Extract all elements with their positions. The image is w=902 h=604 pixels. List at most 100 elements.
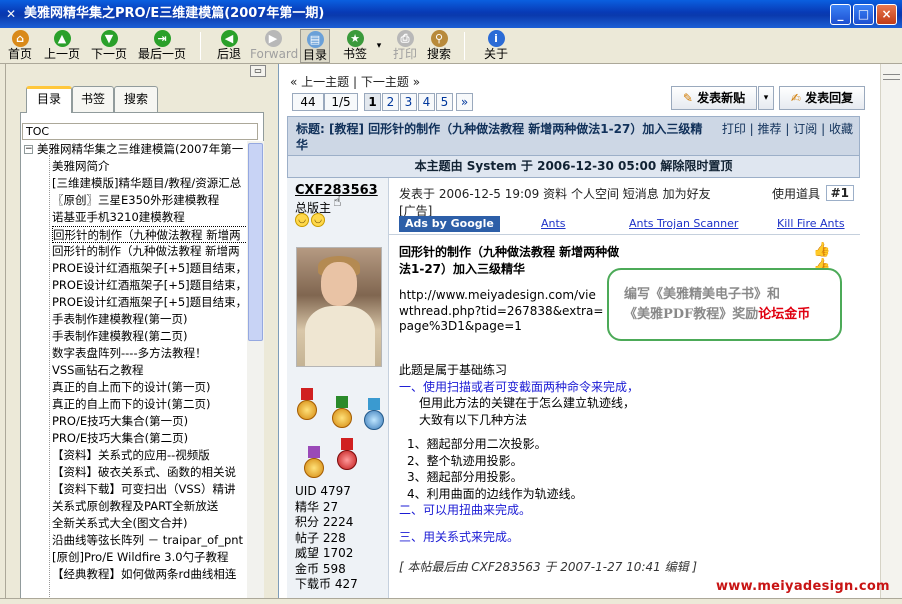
pager-page-1[interactable]: 1 [364,93,381,111]
author-stat: 精华 27 [295,499,339,514]
toolbar-separator [464,32,465,60]
toc-item[interactable]: 真正的自上而下的设计(第二页) [52,396,247,413]
pager-page-5[interactable]: 5 [436,93,453,111]
back-button[interactable]: ◀ 后退 [212,29,246,63]
promo-callout: 编写《美雅精美电子书》和 《美雅PDF教程》奖励论坛金币 [607,268,842,341]
toc-scrollbar[interactable] [247,141,264,604]
post-meta-text[interactable]: 发表于 2006-12-5 19:09 资料 个人空间 短消息 加为好友 [399,187,711,201]
ad-link[interactable]: Kill Fire Ants [777,217,845,230]
toc-item[interactable]: 美雅网简介 [52,158,247,175]
author-stats: UID 4797 精华 27 积分 2224 帖子 228 威望 1702 金币 598 下… [295,484,358,593]
scroll-grip-icon[interactable] [883,74,900,80]
toc-scrollbar-thumb[interactable] [248,143,263,341]
toc-item[interactable]: 手表制作建模教程(第二页) [52,328,247,345]
toc-item[interactable]: 〖原创〗三星E350外形建模教程 [52,192,247,209]
prev-topic-link[interactable]: « 上一主题 [290,75,349,89]
post-url[interactable]: http://www.meiyadesign.com/viewthread.ph… [399,288,605,335]
body-note: 但用此方法的关键在于怎么建立轨迹线， [419,396,636,410]
bookmark-dropdown[interactable]: ▾ [372,29,386,63]
toc-item[interactable]: PROE设计红酒瓶架子[+5]题目结束， [52,277,247,294]
toc-item[interactable]: 数字表盘阵列----多方法教程！ [52,345,247,362]
toc-item[interactable]: VSS画钻石之教程 [52,362,247,379]
ad-link[interactable]: Ants Trojan Scanner [629,217,738,230]
toc-item[interactable]: PROE设计红酒瓶架子[+5]题目结束， [52,294,247,311]
ad-link[interactable]: Ants [541,217,566,230]
toc-item[interactable]: 关系式原创教程及PART全新放送 [52,498,247,515]
search-button[interactable]: ⚲ 搜索 [424,29,454,63]
forward-button[interactable]: ▶ Forward [250,29,298,63]
toc-root-item[interactable]: − 美雅网精华集之三维建模篇(2007年第一 [22,141,247,158]
pager-total: 44 [292,93,324,111]
pager-page-3[interactable]: 3 [400,93,417,111]
body-method: 4、利用曲面的边线作为轨迹线。 [407,486,583,501]
next-page-button[interactable]: ▼ 下一页 [88,29,130,63]
toc-tree[interactable]: − 美雅网精华集之三维建模篇(2007年第一 美雅网简介 [三维建模版]精华题目/教… [22,141,247,604]
tab-bookmarks[interactable]: 书签 [72,86,114,112]
bookmark-button[interactable]: ★ 书签 [338,29,372,63]
print-link[interactable]: 打印 [722,122,746,136]
tool-separator: | [821,122,826,136]
medal-icon [337,438,357,472]
toc-item[interactable]: [三维建模版]精华题目/教程/资源汇总 [52,175,247,192]
toc-item[interactable]: PRO/E技巧大集合(第一页) [52,413,247,430]
tab-contents[interactable]: 目录 [26,86,72,113]
pager-page-2[interactable]: 2 [382,93,399,111]
contents-button[interactable]: ▤ 目录 [300,29,330,63]
medal-icon [304,446,324,480]
use-tools-link[interactable]: 使用道具 [772,185,820,202]
author-stat: 金币 598 [295,561,346,576]
promo-line-1: 编写《美雅精美电子书》和 [624,287,781,302]
ads-by-google-label[interactable]: Ads by Google [399,216,500,232]
minimize-button[interactable]: _ [830,4,851,25]
toc-item[interactable]: 回形针的制作（九种做法教程 新增两 [52,243,247,260]
pin-pane-button[interactable]: ▭ [250,65,266,77]
toc-item[interactable]: 真正的自上而下的设计(第一页) [52,379,247,396]
medal-icon [364,398,384,432]
last-page-button[interactable]: ⇥ 最后一页 [134,29,190,63]
toc-item[interactable]: 回形针的制作（九种做法教程 新增两 [52,226,247,243]
contents-icon: ▤ [306,31,324,48]
next-topic-link[interactable]: 下一主题 » [361,75,420,89]
toc-item[interactable]: 【资料】关系式的应用--视频版 [52,447,247,464]
watermark: www.meiyadesign.com [716,579,890,594]
favorite-link[interactable]: 收藏 [829,122,853,136]
author-stat: 威望 1702 [295,546,354,560]
about-button[interactable]: i 关于 [480,29,512,63]
pane-splitter[interactable] [268,64,278,604]
medal-icon [332,396,352,430]
toolbar: ⌂ 首页 ▲ 上一页 ▼ 下一页 ⇥ 最后一页 ◀ 后退 ▶ Forward ▤… [0,28,902,64]
home-button[interactable]: ⌂ 首页 [4,29,36,63]
avatar-robe [305,306,375,366]
body-method: 3、翘起部分用投影。 [407,470,523,484]
body-step-3: 三、用关系式来完成。 [399,529,520,544]
post-divider [389,234,860,235]
toc-item[interactable]: PROE设计红酒瓶架子[+5]题目结束， [52,260,247,277]
tab-search[interactable]: 搜索 [114,86,158,112]
recommend-link[interactable]: 推荐 [758,122,782,136]
toc-item[interactable]: 手表制作建模教程(第一页) [52,311,247,328]
info-icon: i [487,30,505,47]
subscribe-link[interactable]: 订阅 [793,122,817,136]
window-title-bar[interactable]: ✕ 美雅网精华集之PRO/E三维建模篇(2007年第一期) _ □ × [0,0,902,28]
new-post-dropdown[interactable]: ▾ [758,86,774,110]
toc-item[interactable]: PRO/E技巧大集合(第二页) [52,430,247,447]
tool-separator: | [749,122,754,136]
toc-item[interactable]: 【资料下载】可变扫出（VSS）精讲 [52,481,247,498]
pager-next[interactable]: » [456,93,473,111]
maximize-button[interactable]: □ [853,4,874,25]
toc-item[interactable]: [原创]Pro/E Wildfire 3.0勺子教程 [52,549,247,566]
reply-button[interactable]: ✍ 发表回复 [779,86,865,110]
toc-item[interactable]: 诺基亚手机3210建模教程 [52,209,247,226]
toc-item[interactable]: 【资料】破衣关系式、函数的相关说 [52,464,247,481]
print-button[interactable]: ⎙ 打印 [390,29,420,63]
toc-item[interactable]: 【经典教程】如何做两条rd曲线相连 [52,566,247,583]
prev-page-button[interactable]: ▲ 上一页 [40,29,84,63]
pager-page-4[interactable]: 4 [418,93,435,111]
close-button[interactable]: × [876,4,897,25]
toc-item[interactable]: 沿曲线等弦长阵列 － traipar_of_pnt 的 [52,532,247,549]
collapse-icon[interactable]: − [24,145,33,154]
content-scrollbar[interactable] [880,64,902,604]
new-post-button[interactable]: ✎ 发表新贴 [671,86,757,110]
author-stat: 帖子 228 [295,530,346,545]
toc-item[interactable]: 全新关系式大全(图文合并) [52,515,247,532]
